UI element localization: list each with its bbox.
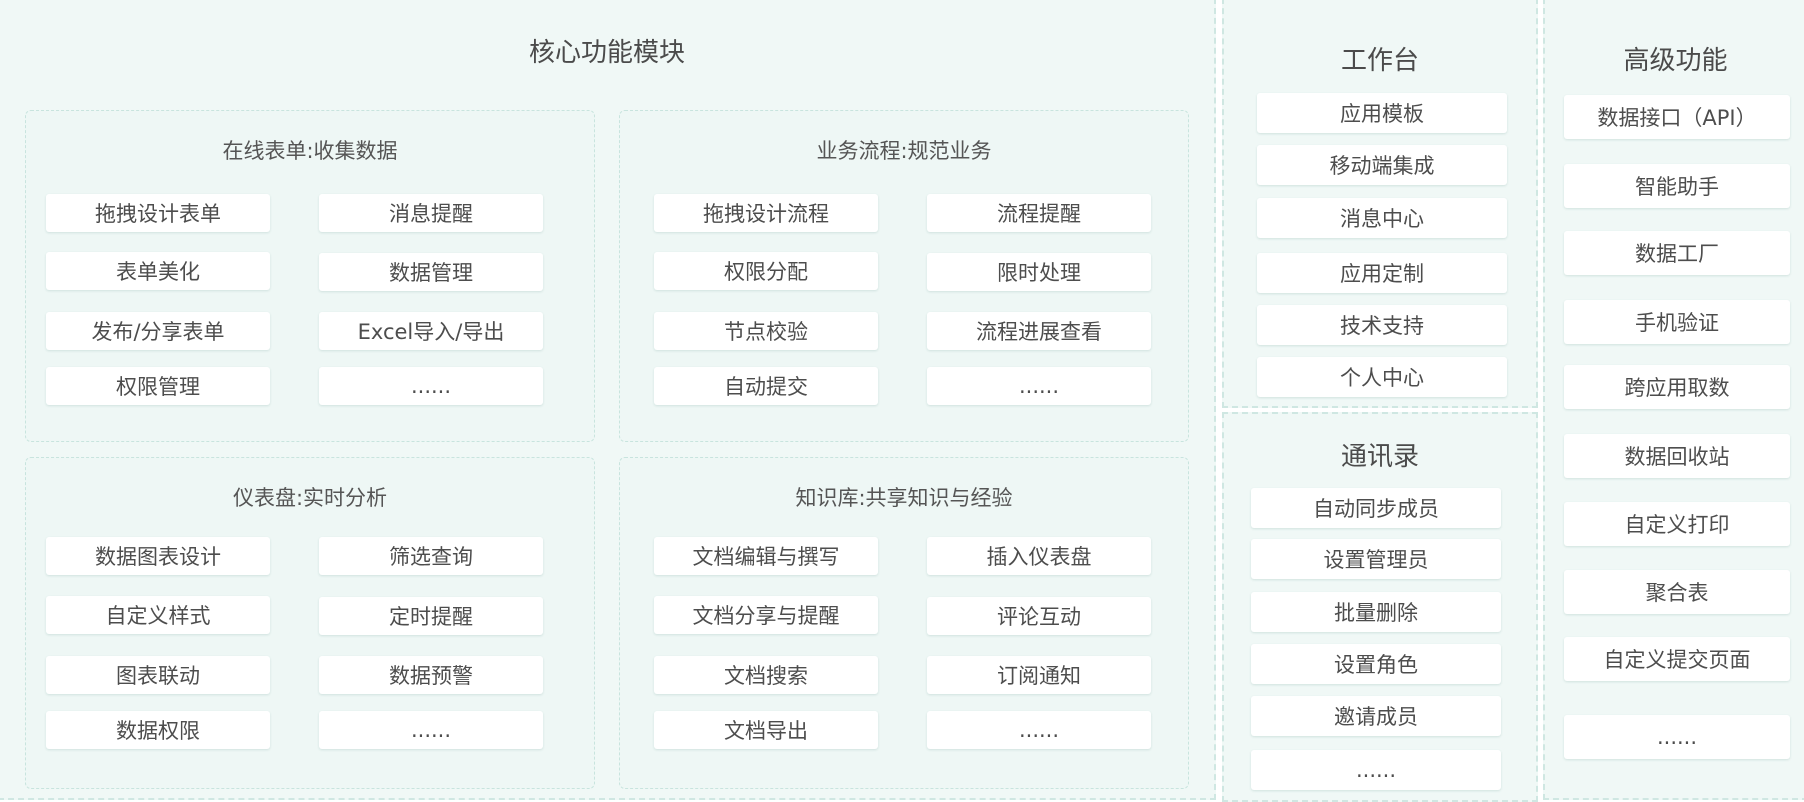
feature-chip: 数据管理 [319,253,543,291]
feature-chip: 节点校验 [654,312,878,350]
feature-chip: Excel导入/导出 [319,312,543,350]
feature-chip-more: ...... [927,367,1151,405]
group-dashboard-title: 仪表盘:实时分析 [232,486,388,510]
workbench-item: 移动端集成 [1257,145,1507,185]
advanced-item: 自定义打印 [1564,502,1790,546]
feature-chip: 限时处理 [927,253,1151,291]
contacts-item: 设置角色 [1251,644,1501,684]
contacts-item: 自动同步成员 [1251,488,1501,528]
feature-chip: 评论互动 [927,597,1151,635]
feature-chip: 文档编辑与撰写 [654,537,878,575]
core-modules-panel: 核心功能模块 在线表单:收集数据 拖拽设计表单 消息提醒 表单美化 数据管理 发… [0,0,1216,800]
feature-chip: 订阅通知 [927,656,1151,694]
feature-chip: 文档分享与提醒 [654,596,878,634]
workbench-title: 工作台 [1340,46,1419,76]
feature-chip: 流程提醒 [927,194,1151,232]
advanced-item: 手机验证 [1564,300,1790,344]
advanced-title: 高级功能 [1623,46,1728,76]
advanced-item: 聚合表 [1564,570,1790,614]
feature-chip: 流程进展查看 [927,312,1151,350]
group-business-process-title: 业务流程:规范业务 [816,139,992,163]
feature-chip: 权限管理 [46,367,270,405]
advanced-item-more: ...... [1564,715,1790,759]
group-knowledge-base-title: 知识库:共享知识与经验 [795,486,1013,510]
advanced-item: 数据回收站 [1564,434,1790,478]
advanced-item: 跨应用取数 [1564,365,1790,409]
core-modules-title: 核心功能模块 [528,38,685,68]
advanced-panel: 高级功能 数据接口（API） 智能助手 数据工厂 手机验证 跨应用取数 数据回收… [1543,0,1804,800]
feature-chip: 数据权限 [46,711,270,749]
feature-chip: 权限分配 [654,252,878,290]
feature-chip-more: ...... [319,711,543,749]
group-business-process: 业务流程:规范业务 拖拽设计流程 流程提醒 权限分配 限时处理 节点校验 流程进… [619,110,1189,442]
feature-chip: 发布/分享表单 [46,312,270,350]
feature-chip: 消息提醒 [319,194,543,232]
group-knowledge-base: 知识库:共享知识与经验 文档编辑与撰写 插入仪表盘 文档分享与提醒 评论互动 文… [619,457,1189,789]
feature-chip: 文档搜索 [654,656,878,694]
feature-chip: 筛选查询 [319,537,543,575]
advanced-item: 智能助手 [1564,164,1790,208]
advanced-item: 自定义提交页面 [1564,637,1790,681]
workbench-item: 技术支持 [1257,305,1507,345]
workbench-item: 应用模板 [1257,93,1507,133]
feature-chip-more: ...... [319,367,543,405]
contacts-item: 邀请成员 [1251,696,1501,736]
feature-chip: 文档导出 [654,711,878,749]
feature-chip: 自动提交 [654,367,878,405]
workbench-item: 应用定制 [1257,253,1507,293]
feature-chip: 拖拽设计流程 [654,194,878,232]
feature-chip: 表单美化 [46,252,270,290]
workbench-item: 个人中心 [1257,357,1507,397]
group-dashboard: 仪表盘:实时分析 数据图表设计 筛选查询 自定义样式 定时提醒 图表联动 数据预… [25,457,595,789]
feature-chip: 图表联动 [46,656,270,694]
workbench-panel: 工作台 应用模板 移动端集成 消息中心 应用定制 技术支持 个人中心 [1222,0,1538,408]
advanced-item: 数据接口（API） [1564,95,1790,139]
feature-chip: 拖拽设计表单 [46,194,270,232]
feature-chip: 数据预警 [319,656,543,694]
feature-chip: 定时提醒 [319,597,543,635]
feature-chip: 数据图表设计 [46,537,270,575]
feature-chip: 自定义样式 [46,596,270,634]
contacts-item: 批量删除 [1251,592,1501,632]
group-online-forms: 在线表单:收集数据 拖拽设计表单 消息提醒 表单美化 数据管理 发布/分享表单 … [25,110,595,442]
contacts-item-more: ...... [1251,750,1501,790]
workbench-item: 消息中心 [1257,198,1507,238]
feature-chip: 插入仪表盘 [927,537,1151,575]
feature-chip-more: ...... [927,711,1151,749]
contacts-panel: 通讯录 自动同步成员 设置管理员 批量删除 设置角色 邀请成员 ...... [1222,412,1538,802]
contacts-item: 设置管理员 [1251,539,1501,579]
advanced-item: 数据工厂 [1564,231,1790,275]
contacts-title: 通讯录 [1340,442,1419,472]
group-online-forms-title: 在线表单:收集数据 [222,139,398,163]
